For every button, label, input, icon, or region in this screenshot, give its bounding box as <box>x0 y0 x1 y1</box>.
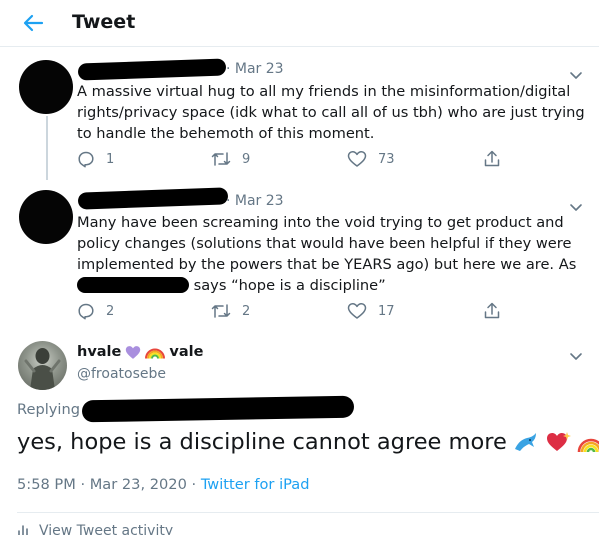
view-activity-link[interactable]: View Tweet activity <box>17 523 173 535</box>
tweet-text: Many have been screaming into the void t… <box>77 212 589 296</box>
reply-count: 2 <box>106 303 115 319</box>
thread-tweet-1[interactable]: · Mar 23 A massive virtual hug to all my… <box>0 48 599 180</box>
view-activity-label: View Tweet activity <box>39 523 174 535</box>
like-count: 17 <box>378 303 395 319</box>
retweet-count: 9 <box>242 151 251 167</box>
dolphin-icon <box>514 433 536 451</box>
tweet-actions: 1 9 73 <box>77 150 517 170</box>
tweet-date[interactable]: · Mar 23 <box>226 61 284 77</box>
redacted-reply-target <box>81 395 355 423</box>
like-count: 73 <box>378 151 395 167</box>
author-name[interactable]: hvale vale <box>77 344 203 360</box>
purple-heart-icon <box>126 345 141 359</box>
thread-connector <box>46 116 48 180</box>
reply-button[interactable]: 1 <box>77 150 114 168</box>
redacted-mention <box>77 277 189 293</box>
meta-separator: · <box>186 476 201 493</box>
tweet-date[interactable]: · Mar 23 <box>226 193 284 209</box>
bar-chart-icon <box>18 525 28 535</box>
share-button[interactable] <box>483 150 501 168</box>
chevron-down-icon[interactable] <box>569 198 583 211</box>
rainbow-icon <box>145 348 166 359</box>
author-handle[interactable]: @froatosebe <box>77 366 166 382</box>
author-name-last: vale <box>169 344 204 360</box>
redacted-author-name <box>77 187 229 210</box>
author-name-first: hvale <box>77 344 122 360</box>
reply-count: 1 <box>106 151 115 167</box>
share-icon <box>484 302 500 319</box>
page-title: Tweet <box>72 11 136 33</box>
like-button[interactable]: 17 <box>347 302 395 320</box>
redacted-author-name <box>77 58 227 81</box>
tweet-text-part: Many have been screaming into the void t… <box>77 214 577 273</box>
reply-icon <box>78 303 94 320</box>
tweet-timestamp[interactable]: 5:58 PM · Mar 23, 2020 <box>17 476 187 493</box>
retweet-button[interactable]: 9 <box>211 150 250 168</box>
chevron-down-icon[interactable] <box>569 347 583 360</box>
tweet-source-link[interactable]: Twitter for iPad <box>201 476 310 493</box>
like-button[interactable]: 73 <box>347 150 395 168</box>
reply-icon <box>78 151 94 168</box>
retweet-count: 2 <box>242 303 251 319</box>
tweet-actions: 2 2 17 <box>77 302 517 322</box>
sparkling-heart-icon <box>546 432 571 451</box>
main-tweet-text-content: yes, hope is a discipline cannot agree m… <box>17 429 507 455</box>
rainbow-icon <box>577 438 599 453</box>
tweet-meta: 5:58 PM · Mar 23, 2020 · Twitter for iPa… <box>17 476 309 493</box>
avatar[interactable] <box>19 60 73 114</box>
thread-tweet-2[interactable]: · Mar 23 Many have been screaming into t… <box>0 180 599 330</box>
retweet-icon <box>211 152 231 166</box>
back-arrow-icon[interactable] <box>22 12 44 34</box>
divider <box>17 512 599 513</box>
heart-icon <box>347 151 367 167</box>
main-tweet-text: yes, hope is a discipline cannot agree m… <box>17 429 599 455</box>
share-icon <box>484 150 500 167</box>
heart-icon <box>347 303 367 319</box>
avatar[interactable] <box>18 341 67 390</box>
share-button[interactable] <box>483 302 501 320</box>
retweet-button[interactable]: 2 <box>211 302 250 320</box>
page-header: Tweet <box>0 0 599 47</box>
reply-button[interactable]: 2 <box>77 302 114 320</box>
chevron-down-icon[interactable] <box>569 66 583 79</box>
avatar[interactable] <box>19 190 73 244</box>
retweet-icon <box>211 304 231 318</box>
tweet-text: A massive virtual hug to all my friends … <box>77 83 585 142</box>
tweet-text-part: says “hope is a discipline” <box>193 277 386 294</box>
